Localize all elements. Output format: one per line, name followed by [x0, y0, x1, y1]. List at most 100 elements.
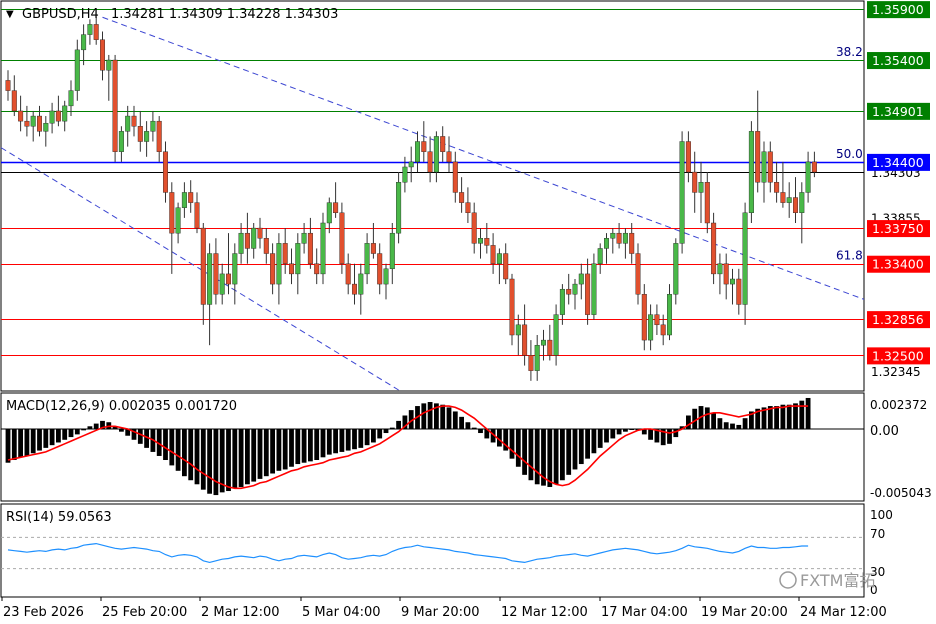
macd-bar-40 [257, 428, 263, 479]
candle-body-42 [270, 253, 276, 285]
candle-body-38 [244, 232, 250, 249]
macd-bar-56 [358, 428, 364, 448]
macd-bar-10 [68, 428, 74, 438]
macd-bar-80 [509, 428, 515, 459]
candle-body-28 [181, 192, 187, 208]
candle-body-113 [717, 263, 723, 275]
candle-body-124 [786, 197, 792, 203]
candle-body-29 [188, 192, 194, 203]
candle-body-107 [679, 141, 685, 244]
candle-body-22 [144, 131, 150, 142]
macd-bar-108 [686, 415, 691, 429]
candle-body-15 [99, 39, 105, 71]
candle-body-81 [515, 324, 521, 336]
macd-bar-86 [547, 428, 553, 487]
candle-body-109 [692, 171, 698, 193]
candle-body-90 [572, 283, 578, 295]
time-label-4: 9 Mar 20:00 [401, 605, 480, 620]
candle-body-92 [585, 273, 591, 315]
axis-price-2: 1.32345 [871, 365, 921, 379]
time-label-7: 19 Mar 20:00 [701, 605, 788, 620]
macd-bar-7 [49, 428, 55, 446]
candle-body-0 [5, 80, 11, 91]
macd-bar-92 [585, 428, 590, 459]
price-tag-4: 1.33750 [872, 221, 924, 236]
candle-body-66 [421, 141, 427, 152]
macd-bar-27 [175, 428, 181, 471]
candle-body-111 [704, 182, 710, 224]
candle-body-59 [377, 253, 383, 285]
candle-body-16 [106, 59, 112, 71]
candle-body-98 [622, 232, 628, 244]
candle-body-85 [541, 339, 547, 346]
macd-axis-zero: 0.00 [870, 424, 899, 439]
candle-body-37 [238, 232, 244, 254]
macd-pane[interactable]: MACD(12,26,9) 0.002035 0.001720 [0, 392, 865, 502]
candle-body-106 [673, 243, 679, 295]
header-dropdown-icon[interactable]: ▼ [6, 9, 14, 20]
candle-body-8 [55, 110, 61, 122]
candle-body-46 [295, 243, 301, 275]
candle-body-96 [610, 232, 616, 239]
macd-bar-6 [43, 428, 49, 448]
candle-body-31 [200, 227, 206, 305]
candle-body-97 [616, 232, 622, 244]
rsi-axis-70: 70 [870, 527, 885, 541]
candle-body-60 [383, 268, 389, 285]
candle-body-5 [37, 115, 43, 132]
symbol-timeframe: GBPUSD,H4 [22, 7, 99, 22]
time-label-1: 25 Feb 20:00 [102, 605, 187, 620]
candle-body-80 [509, 278, 515, 336]
candle-body-43 [276, 243, 282, 285]
macd-bar-66 [421, 403, 427, 429]
candle-body-62 [396, 182, 402, 234]
rsi-pane[interactable]: RSI(14) 59.0563 [0, 503, 865, 598]
candle-body-20 [131, 115, 137, 127]
fib-label-1: 50.0 [836, 147, 863, 161]
macd-bar-83 [528, 428, 534, 481]
macd-bar-114 [723, 422, 729, 429]
candle-body-123 [780, 192, 786, 203]
candle-body-119 [755, 131, 761, 183]
fib-label-2: 61.8 [836, 249, 863, 263]
candle-body-121 [767, 151, 773, 183]
macd-bar-25 [163, 428, 168, 461]
price-tag-2: 1.34901 [872, 104, 924, 119]
macd-bar-87 [553, 428, 559, 485]
macd-bar-3 [24, 428, 30, 456]
macd-bar-60 [383, 428, 389, 434]
candle-body-30 [194, 202, 200, 229]
macd-bar-84 [534, 428, 540, 485]
macd-bar-36 [232, 428, 238, 489]
candle-body-89 [566, 288, 572, 295]
candle-body-63 [402, 166, 408, 183]
macd-bar-125 [793, 403, 798, 429]
candle-body-105 [667, 294, 673, 336]
macd-bar-69 [440, 404, 446, 429]
macd-bar-21 [137, 428, 143, 444]
macd-bar-42 [270, 428, 275, 474]
candle-body-23 [150, 120, 156, 132]
macd-bar-122 [774, 406, 779, 429]
candle-body-118 [748, 131, 754, 214]
candle-body-126 [799, 192, 805, 214]
candle-body-78 [496, 253, 502, 264]
candle-body-87 [553, 314, 559, 356]
macd-bar-124 [786, 404, 792, 429]
candle-body-48 [307, 232, 313, 264]
candle-body-50 [320, 222, 326, 275]
candle-body-21 [137, 126, 143, 142]
candle-body-64 [408, 161, 414, 168]
macd-bar-73 [465, 422, 471, 429]
price-pane[interactable]: 38.2 50.0 61.8 ▼ GBPUSD,H4 1.34281 1.34309… [0, 0, 865, 392]
candle-body-34 [219, 273, 225, 295]
macd-bar-37 [238, 428, 244, 487]
candle-body-26 [169, 192, 175, 234]
candle-body-19 [125, 115, 131, 132]
price-tag-6: 1.32856 [872, 312, 924, 327]
candle-body-84 [534, 344, 540, 371]
macd-bar-117 [742, 418, 748, 429]
macd-bar-59 [377, 428, 383, 439]
candle-body-125 [793, 197, 799, 214]
macd-bar-50 [320, 428, 326, 458]
